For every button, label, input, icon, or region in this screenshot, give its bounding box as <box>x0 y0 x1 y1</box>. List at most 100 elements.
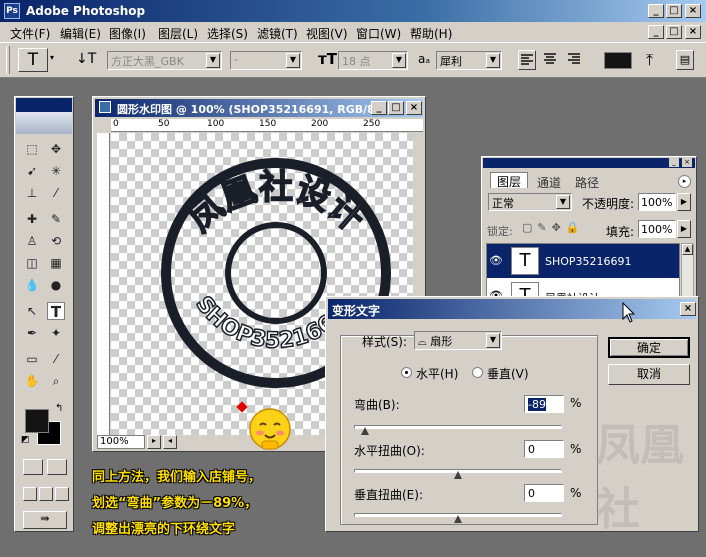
slice-tool-icon[interactable]: ⁄ <box>47 184 65 202</box>
magic-wand-tool-icon[interactable]: ✳ <box>47 162 65 180</box>
menu-image[interactable]: 图像(I) <box>109 25 146 42</box>
vertical-radio[interactable] <box>472 367 483 378</box>
bend-field[interactable]: -89 <box>524 395 564 413</box>
screen-mode-standard-button[interactable] <box>23 487 37 501</box>
menu-view[interactable]: 视图(V) <box>306 25 348 42</box>
marquee-tool-icon[interactable]: ⬚ <box>23 140 41 158</box>
text-tool-preset[interactable]: T <box>18 48 48 72</box>
menu-filter[interactable]: 滤镜(T) <box>257 25 298 42</box>
antialias-select[interactable]: 犀利 ▼ <box>436 51 502 70</box>
warp-text-icon[interactable]: ⤒ <box>646 50 653 70</box>
minimize-button[interactable]: _ <box>648 4 664 18</box>
pen-tool-icon[interactable]: ✒ <box>23 324 41 342</box>
layer-row[interactable]: 👁 T SHOP35216691 <box>487 244 679 278</box>
healing-brush-tool-icon[interactable]: ✚ <box>23 210 41 228</box>
path-select-tool-icon[interactable]: ↖ <box>23 302 41 320</box>
palette-menu-icon[interactable]: ▸ <box>678 175 691 188</box>
preset-chevron-icon[interactable]: ▾ <box>50 53 54 62</box>
scroll-up-icon[interactable]: ▲ <box>682 244 693 255</box>
opacity-slider-icon[interactable]: ▶ <box>677 193 691 211</box>
move-tool-icon[interactable]: ✥ <box>47 140 65 158</box>
zoom-level-field[interactable]: 100% <box>97 435 145 449</box>
close-button[interactable]: × <box>685 4 701 18</box>
doc-window-minimize-button[interactable]: _ <box>371 101 387 115</box>
zoom-tool-icon[interactable]: ⌕ <box>47 372 65 390</box>
standard-mode-button[interactable] <box>23 459 43 475</box>
opacity-label: 不透明度: <box>582 197 635 211</box>
hand-tool-icon[interactable]: ✋ <box>23 372 41 390</box>
text-orientation-icon[interactable]: ↓T <box>76 51 96 67</box>
smiley-emoticon-icon <box>249 408 291 450</box>
bend-slider[interactable] <box>354 425 562 429</box>
stamp-tool-icon[interactable]: ♙ <box>23 232 41 250</box>
doc-window-maximize-button[interactable]: □ <box>388 101 404 115</box>
palette-minimize-icon[interactable]: _ <box>669 158 679 167</box>
quickmask-mode-button[interactable] <box>47 459 67 475</box>
fill-slider-icon[interactable]: ▶ <box>677 220 691 238</box>
hdist-slider-thumb[interactable] <box>454 471 462 479</box>
opacity-field[interactable]: 100% <box>638 193 676 211</box>
menu-select[interactable]: 选择(S) <box>207 25 248 42</box>
text-tool-icon: T <box>27 50 39 70</box>
screen-mode-full-button[interactable] <box>55 487 69 501</box>
notes-tool-icon[interactable]: ▭ <box>23 350 41 368</box>
horizontal-radio[interactable] <box>401 367 412 378</box>
dodge-tool-icon[interactable]: ● <box>47 276 65 294</box>
palettes-toggle-icon[interactable]: ▤ <box>676 50 694 70</box>
ok-button[interactable]: 确定 <box>608 337 690 358</box>
doc-minimize-button[interactable]: _ <box>648 25 664 39</box>
crop-tool-icon[interactable]: ⊥ <box>23 184 41 202</box>
menu-window[interactable]: 窗口(W) <box>356 25 401 42</box>
align-right-button[interactable] <box>566 50 584 70</box>
vdist-field[interactable]: 0 <box>524 484 564 502</box>
document-icon <box>99 101 111 113</box>
shape-tool-icon[interactable]: ✦ <box>47 324 65 342</box>
gradient-tool-icon[interactable]: ▦ <box>47 254 65 272</box>
menu-help[interactable]: 帮助(H) <box>410 25 452 42</box>
swap-colors-icon[interactable]: ↰ <box>55 403 63 414</box>
foreground-color-front[interactable] <box>25 409 49 433</box>
blend-mode-select[interactable]: 正常 ▼ <box>488 193 572 211</box>
bend-slider-thumb[interactable] <box>361 427 370 435</box>
font-style-select[interactable]: - ▼ <box>230 51 302 70</box>
eyedropper-tool-icon[interactable]: ⁄ <box>47 350 65 368</box>
vdist-slider-thumb[interactable] <box>454 515 462 523</box>
brush-tool-icon[interactable]: ✎ <box>47 210 65 228</box>
tab-paths[interactable]: 路径 <box>568 174 606 190</box>
fill-field[interactable]: 100% <box>638 220 676 238</box>
palette-close-icon[interactable]: × <box>682 158 692 167</box>
type-tool-icon[interactable]: T <box>47 302 65 321</box>
status-menu-icon[interactable]: ▸ <box>147 435 161 449</box>
dialog-close-button[interactable]: × <box>680 302 696 316</box>
visibility-eye-icon[interactable]: 👁 <box>489 254 503 267</box>
default-colors-icon[interactable]: ◩ <box>21 435 30 445</box>
jump-to-imageready-button[interactable]: ⇛ <box>23 511 67 529</box>
cancel-button[interactable]: 取消 <box>608 364 690 385</box>
feather-logo-icon[interactable] <box>16 112 72 134</box>
font-size-select[interactable]: 18 点 ▼ <box>338 51 408 70</box>
eraser-tool-icon[interactable]: ◫ <box>23 254 41 272</box>
lock-icons[interactable]: ▢✎✥🔒 <box>522 221 585 234</box>
doc-restore-button[interactable]: □ <box>666 25 682 39</box>
scroll-left-icon[interactable]: ◂ <box>163 435 177 449</box>
percent-label: % <box>570 396 582 410</box>
tab-channels[interactable]: 通道 <box>530 174 568 190</box>
maximize-button[interactable]: □ <box>666 4 682 18</box>
dropdown-arrow-icon: ▼ <box>206 53 220 68</box>
blur-tool-icon[interactable]: 💧 <box>23 276 41 294</box>
doc-window-close-button[interactable]: × <box>406 101 422 115</box>
lasso-tool-icon[interactable]: ➹ <box>23 162 41 180</box>
tab-layers[interactable]: 图层 <box>490 172 528 189</box>
warp-style-select[interactable]: ⌓ 扇形 ▼ <box>414 331 502 350</box>
menu-layer[interactable]: 图层(L) <box>158 25 198 42</box>
hdist-field[interactable]: 0 <box>524 440 564 458</box>
font-family-select[interactable]: 方正大黑_GBK ▼ <box>107 51 222 70</box>
menu-edit[interactable]: 编辑(E) <box>60 25 101 42</box>
text-color-swatch[interactable] <box>604 52 632 69</box>
history-brush-tool-icon[interactable]: ⟲ <box>47 232 65 250</box>
menu-file[interactable]: 文件(F) <box>10 25 50 42</box>
doc-close-button[interactable]: × <box>685 25 701 39</box>
screen-mode-full-menu-button[interactable] <box>39 487 53 501</box>
align-center-button[interactable] <box>542 50 560 70</box>
align-left-button[interactable] <box>518 50 536 70</box>
